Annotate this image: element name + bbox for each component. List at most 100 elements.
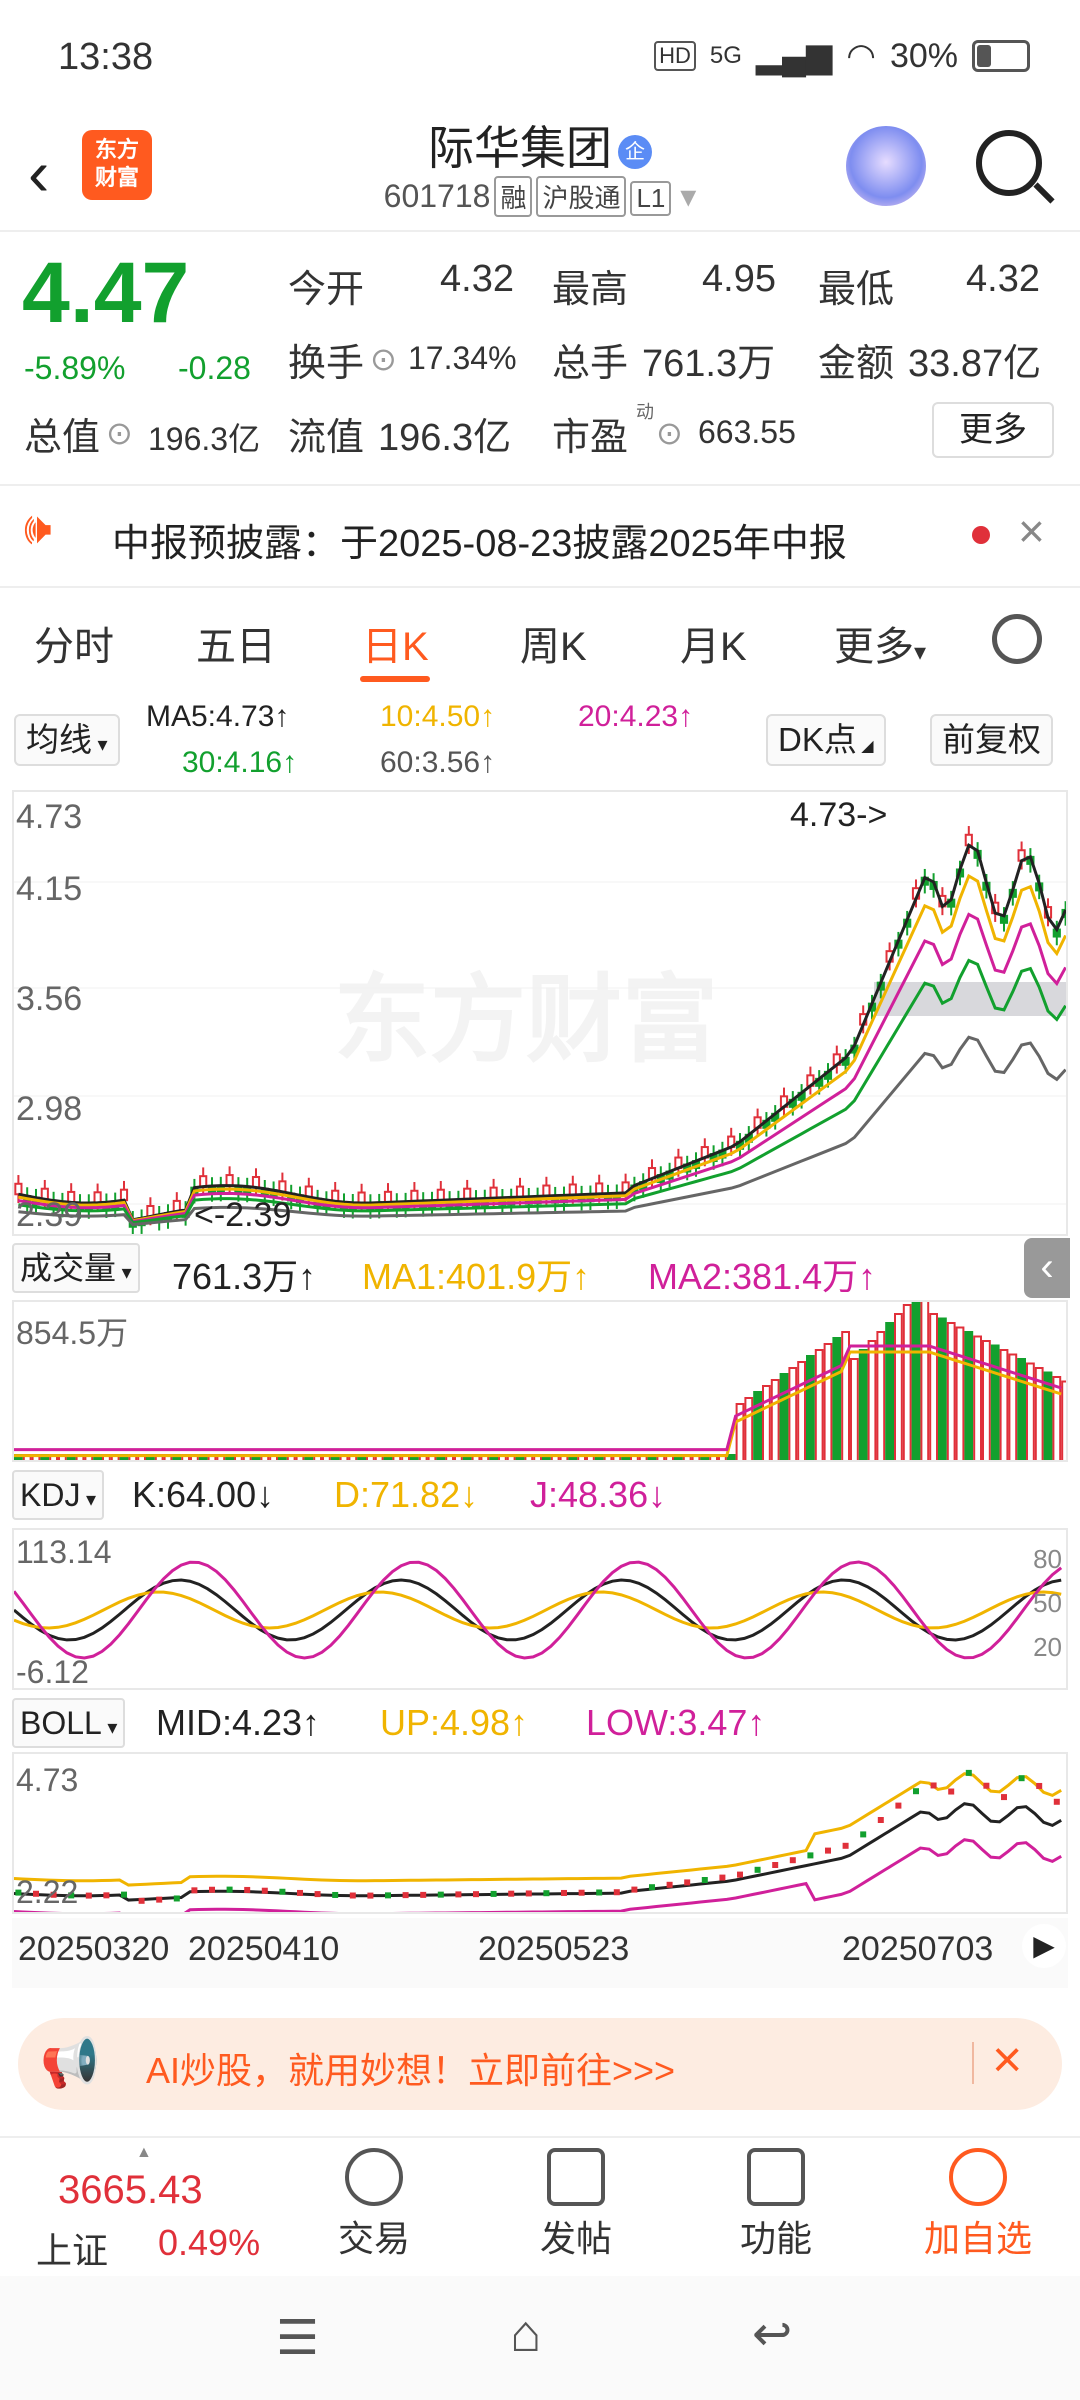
info-icon[interactable]: ⊙: [106, 414, 133, 452]
date-axis[interactable]: 20250320 20250410 20250523 20250703 ▶: [12, 1918, 1068, 1988]
ma20-label: 20:4.23↑: [578, 700, 694, 733]
mktcap-label: 总值: [24, 417, 101, 459]
index-value[interactable]: 3665.43: [58, 2168, 203, 2213]
float-value: 196.3亿: [378, 417, 512, 459]
boll-candle: [437, 1891, 444, 1898]
boll-candle: [367, 1892, 374, 1899]
adjust-button[interactable]: 前复权: [930, 714, 1053, 766]
tab-more[interactable]: 更多▾: [834, 614, 926, 672]
battery-level: [977, 45, 991, 67]
kline-svg: [14, 826, 1066, 1234]
boll-candle: [297, 1889, 303, 1896]
boll-candle: [138, 1897, 145, 1904]
volume-bar: [779, 1373, 789, 1460]
low-marker: <-2.39: [194, 1196, 292, 1234]
boll-candle: [385, 1892, 391, 1899]
volume-bar: [753, 1391, 763, 1460]
settings-gear-icon[interactable]: [992, 614, 1042, 664]
y-label-3: 3.56: [16, 980, 83, 1018]
volume-bar: [726, 1454, 736, 1460]
dropdown-icon[interactable]: ▾: [671, 178, 696, 214]
unread-dot: [972, 526, 990, 544]
close-icon[interactable]: ×: [992, 2030, 1022, 2090]
volume-bar: [911, 1302, 921, 1460]
boll-candle: [701, 1877, 708, 1883]
notice-bar[interactable]: 🕪 中报预披露：于2025-08-23披露2025年中报 ×: [0, 484, 1080, 588]
kdj-chart[interactable]: 113.14 -6.12 80 50 20: [12, 1528, 1068, 1690]
boll-candle: [596, 1889, 603, 1896]
kdj-y-top: 113.14: [16, 1534, 112, 1570]
tab-intraday[interactable]: 分时: [34, 614, 114, 672]
boll-candle: [85, 1892, 92, 1899]
back-icon[interactable]: ↩: [752, 2306, 792, 2362]
chevron-down-icon: ▾: [116, 1262, 132, 1284]
boll-candle: [631, 1886, 638, 1893]
volume-value: 761.3万↑: [172, 1256, 317, 1297]
info-icon[interactable]: ⊙: [656, 414, 683, 452]
more-quote-button[interactable]: 更多: [932, 402, 1054, 458]
boll-candle: [930, 1782, 937, 1789]
tab-monthly-k[interactable]: 月K: [680, 614, 747, 672]
kdj-level-80: 80: [1033, 1544, 1062, 1574]
open-value: 4.32: [440, 258, 514, 300]
tab-more-label: 更多: [834, 625, 914, 669]
menu-icon[interactable]: ☰: [276, 2310, 319, 2366]
kdj-line: [14, 1578, 1062, 1642]
chevron-down-icon: ▾: [80, 1489, 97, 1511]
boll-candle: [561, 1889, 567, 1896]
period-tabs: 分时 五日 日K 周K 月K 更多▾: [0, 590, 1080, 690]
ad-banner[interactable]: 📢 AI炒股，就用妙想！立即前往>>> ×: [18, 2018, 1062, 2110]
ma-selector[interactable]: 均线 ▾: [14, 714, 120, 766]
nav-post[interactable]: 发帖: [476, 2138, 676, 2262]
plus-circle-icon: [949, 2148, 1007, 2206]
tab-daily-k[interactable]: 日K: [362, 614, 429, 672]
boll-chart[interactable]: 4.73 2.22: [12, 1752, 1068, 1914]
volume-bar: [850, 1358, 859, 1460]
boll-candle: [173, 1895, 180, 1902]
boll-selector[interactable]: BOLL ▾: [12, 1698, 126, 1748]
chevron-down-icon: ▾: [101, 1717, 118, 1739]
volume-chart[interactable]: 854.5万: [12, 1300, 1068, 1462]
ai-assistant-avatar[interactable]: [846, 126, 926, 206]
search-icon[interactable]: [976, 130, 1042, 196]
ma10-label: 10:4.50↑: [380, 700, 496, 733]
tab-five-day[interactable]: 五日: [196, 614, 276, 672]
close-icon[interactable]: ×: [1018, 504, 1045, 558]
boll-candle: [948, 1788, 955, 1795]
stock-header: ‹ 东方 财富 际华集团企 601718 融沪股通 L1 ▾: [0, 110, 1080, 232]
boll-mid: MID:4.23↑: [156, 1702, 321, 1743]
nav-function[interactable]: 功能: [676, 2138, 876, 2262]
notice-text: 中报预披露：于2025-08-23披露2025年中报: [112, 523, 847, 565]
ma-line-0: [18, 843, 1066, 1222]
ma60-label: 60:3.56↑: [380, 746, 496, 779]
wifi-icon: ◠: [846, 37, 876, 75]
kdj-level-50: 50: [1033, 1588, 1062, 1618]
yen-exchange-icon: [345, 2148, 403, 2206]
change-amount: -0.28: [178, 350, 251, 386]
boll-candle: [1001, 1794, 1007, 1801]
dk-point-button[interactable]: DK点 ◢: [766, 714, 886, 766]
chevron-up-icon[interactable]: ▲: [136, 2144, 152, 2162]
volume-bar: [920, 1302, 930, 1460]
volume-bar: [955, 1326, 965, 1460]
collapse-arrow-icon[interactable]: ‹: [1024, 1238, 1070, 1298]
info-icon[interactable]: ⊙: [370, 340, 397, 378]
bottom-toolbar: 3665.43 ▲ 上证 0.49% 交易 发帖 功能 加自选: [0, 2136, 1080, 2278]
volume-selector[interactable]: 成交量 ▾: [12, 1243, 140, 1293]
kdj-selector[interactable]: KDJ ▾: [12, 1470, 105, 1520]
boll-candle: [279, 1888, 286, 1895]
volume-ma2: MA2:381.4万↑: [648, 1256, 877, 1297]
verified-badge-icon: 企: [618, 134, 652, 169]
hd-icon: HD: [654, 41, 696, 71]
stock-name: 际华集团: [428, 122, 612, 174]
scroll-right-icon[interactable]: ▶: [1022, 1924, 1066, 1968]
nav-trade[interactable]: 交易: [274, 2138, 474, 2262]
tab-weekly-k[interactable]: 周K: [520, 614, 587, 672]
home-icon[interactable]: ⌂: [510, 2304, 541, 2364]
volume-bar: [797, 1361, 807, 1460]
edit-icon: [547, 2148, 605, 2206]
tag-level[interactable]: L1: [630, 181, 672, 216]
nav-add-watchlist[interactable]: 加自选: [878, 2138, 1078, 2262]
kdj-svg: [14, 1560, 1063, 1660]
kline-chart[interactable]: 东方财富 4.73 4.15 3.56 2.98 2.39 4.73-> <-2…: [12, 790, 1068, 1236]
